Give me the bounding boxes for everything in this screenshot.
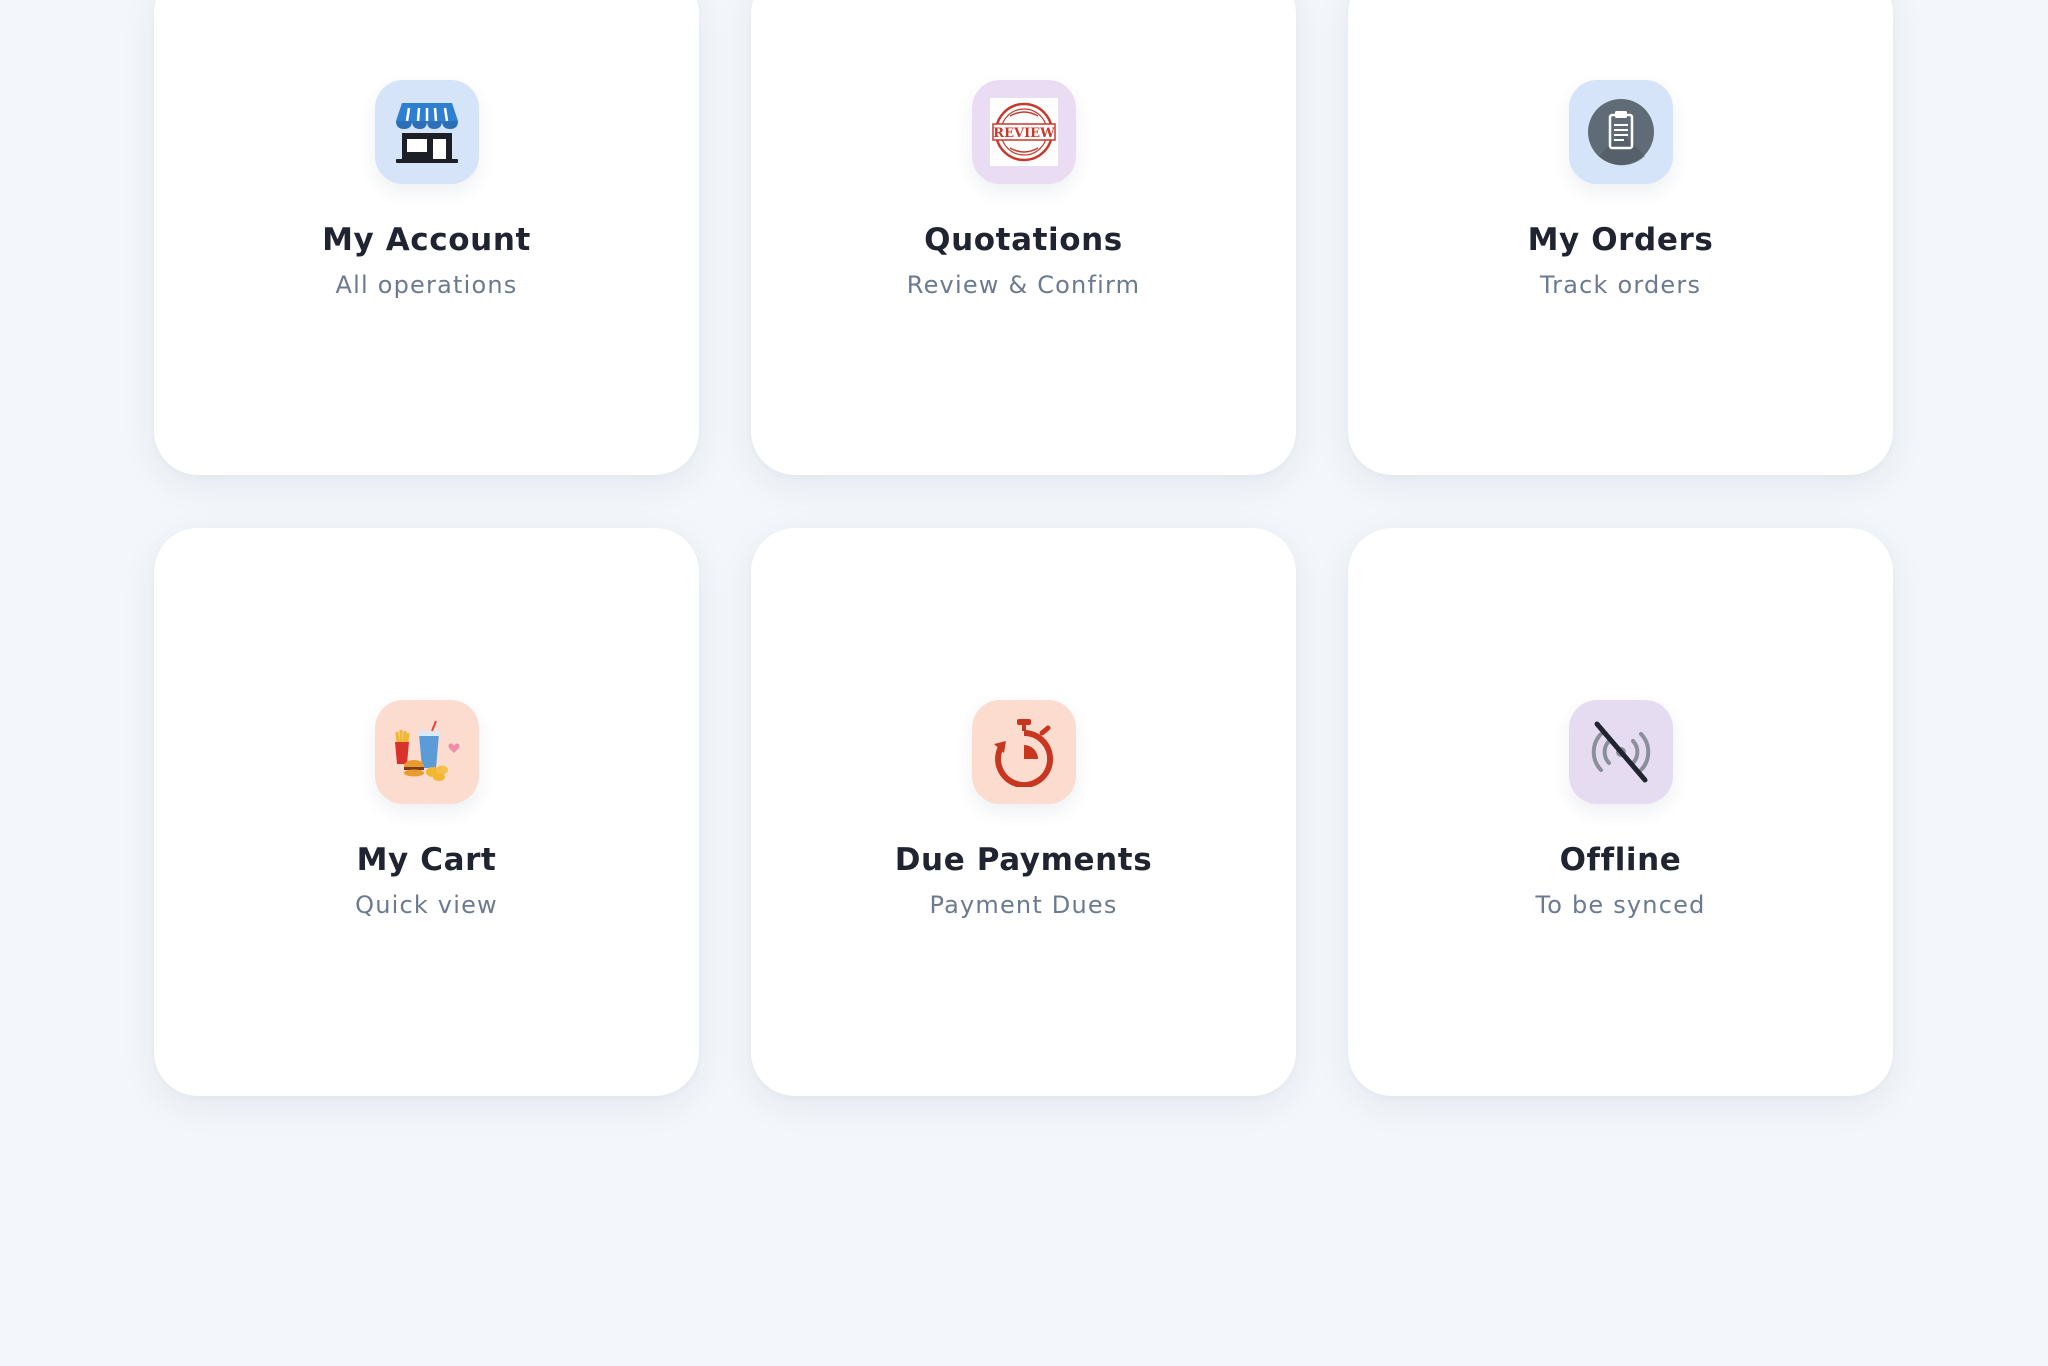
stopwatch-icon [971, 700, 1076, 804]
card-subtitle: Track orders [1539, 271, 1702, 300]
card-title: Quotations [924, 222, 1123, 258]
offline-card[interactable]: Offline To be synced [1348, 528, 1893, 1096]
dashboard-grid: My Account All operations REVIEW Quotati… [154, 0, 1894, 1096]
card-subtitle: All operations [335, 271, 518, 300]
store-icon [374, 80, 479, 184]
card-title: My Account [322, 222, 531, 258]
card-title: My Cart [356, 842, 497, 878]
review-stamp-text: REVIEW [993, 126, 1055, 141]
card-subtitle: To be synced [1535, 891, 1706, 920]
card-subtitle: Review & Confirm [906, 271, 1141, 300]
clipboard-icon [1568, 80, 1673, 184]
review-stamp-icon: REVIEW [971, 80, 1076, 184]
card-subtitle: Quick view [355, 891, 498, 920]
my-orders-card[interactable]: My Orders Track orders [1348, 0, 1893, 475]
fast-food-icon [374, 700, 479, 804]
card-subtitle: Payment Dues [929, 891, 1118, 920]
card-title: Offline [1559, 842, 1682, 878]
no-signal-icon [1568, 700, 1673, 804]
my-cart-card[interactable]: My Cart Quick view [154, 528, 699, 1096]
card-title: My Orders [1527, 222, 1714, 258]
my-account-card[interactable]: My Account All operations [154, 0, 699, 475]
quotations-card[interactable]: REVIEW Quotations Review & Confirm [751, 0, 1296, 475]
due-payments-card[interactable]: Due Payments Payment Dues [751, 528, 1296, 1096]
card-title: Due Payments [894, 842, 1153, 878]
